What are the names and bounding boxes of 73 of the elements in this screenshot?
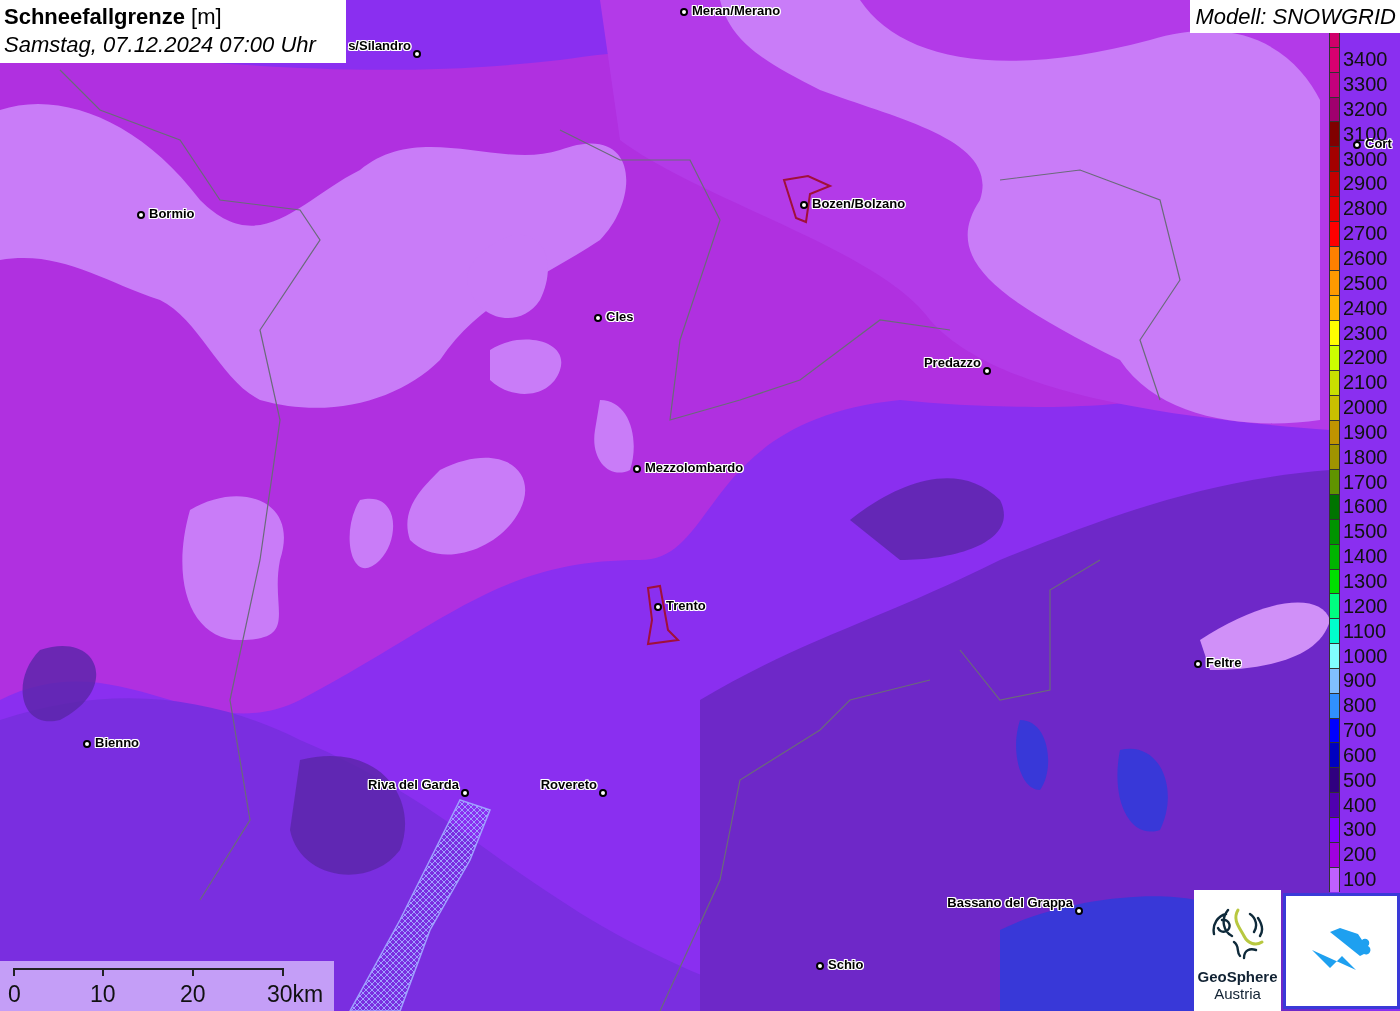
scale-label: 10 — [90, 981, 116, 1007]
scale-label: 0 — [8, 981, 21, 1007]
legend-label: 2500 — [1343, 273, 1388, 292]
legend-label: 2900 — [1343, 174, 1388, 193]
legend-label: 300 — [1343, 820, 1377, 839]
place-label: Bormio — [149, 206, 195, 222]
legend-label: 2800 — [1343, 199, 1388, 218]
legend-label: 1400 — [1343, 547, 1388, 566]
place-marker-icon — [413, 50, 421, 58]
legend-label: 3400 — [1343, 50, 1388, 69]
legend-label: 2400 — [1343, 298, 1388, 317]
legend-label: 2000 — [1343, 398, 1388, 417]
legend-label: 900 — [1343, 671, 1377, 690]
legend-label: 2300 — [1343, 323, 1388, 342]
place-label: Riva del Garda — [367, 777, 459, 793]
legend-label: 1300 — [1343, 572, 1388, 590]
place-marker-icon — [654, 603, 662, 611]
place-label: Rovereto — [540, 777, 597, 793]
place-marker-icon — [83, 740, 91, 748]
legend-label: 100 — [1343, 870, 1377, 889]
legend-label: 1900 — [1343, 422, 1388, 441]
legend-label: 1500 — [1343, 522, 1388, 541]
place-label: s/Silandro — [348, 38, 411, 54]
legend-label: 1600 — [1343, 497, 1388, 516]
place-label: Bassano del Grappa — [947, 895, 1073, 911]
place-marker-icon — [594, 314, 602, 322]
place-marker-icon — [599, 789, 607, 797]
legend-label: 1100 — [1343, 621, 1386, 640]
legend-label: 1200 — [1343, 596, 1388, 615]
place-label: Mezzolombardo — [645, 460, 744, 476]
place-marker-icon — [461, 789, 469, 797]
legend-label: 400 — [1343, 795, 1377, 814]
legend-label: 2100 — [1343, 373, 1388, 392]
place-marker-icon — [1353, 141, 1361, 149]
place-marker-icon — [633, 465, 641, 473]
place-label: Bienno — [95, 735, 140, 751]
legend-label: 200 — [1343, 845, 1377, 864]
legend-label: 800 — [1343, 696, 1377, 715]
legend-label: 3300 — [1343, 75, 1388, 94]
scale-label: 20 — [180, 981, 206, 1007]
legend-label: 1000 — [1343, 646, 1388, 665]
legend-label: 3000 — [1343, 149, 1388, 168]
place-marker-icon — [1194, 660, 1202, 668]
model-label: Modell: SNOWGRID — [1189, 0, 1400, 33]
legend-label: 1800 — [1343, 447, 1388, 466]
place-marker-icon — [680, 8, 688, 16]
contour-logo-icon — [1209, 906, 1266, 962]
legend-label: 3200 — [1343, 99, 1388, 118]
place-marker-icon — [1075, 907, 1083, 915]
legend-label: 700 — [1343, 721, 1377, 740]
place-marker-icon — [983, 367, 991, 375]
place-label: Bozen/Bolzano — [812, 196, 906, 212]
logo-text: Austria — [1214, 985, 1261, 1003]
place-label: Feltre — [1206, 655, 1242, 671]
place-label: Schio — [828, 957, 864, 973]
logo-text: GeoSphere — [1197, 968, 1278, 985]
legend-label: 2700 — [1343, 224, 1388, 243]
legend-label: 600 — [1343, 745, 1377, 764]
place-label: Predazzo — [923, 355, 981, 371]
legend-label: 2600 — [1343, 249, 1388, 267]
place-marker-icon — [800, 201, 808, 209]
place-marker-icon — [137, 211, 145, 219]
forecast-time: Samstag, 07.12.2024 07:00 Uhr — [4, 31, 318, 59]
place-marker-icon — [816, 962, 824, 970]
legend-label: 500 — [1343, 770, 1377, 789]
scale-ruler-icon — [12, 966, 286, 978]
scale-label: 30km — [267, 981, 324, 1007]
legend-label: 1700 — [1343, 472, 1388, 491]
legend-label: 2200 — [1343, 348, 1388, 367]
place-label: Cles — [606, 309, 634, 325]
map-title: Schneefallgrenze [m] — [4, 3, 223, 31]
place-label: Meran/Merano — [692, 3, 781, 19]
place-label: Trento — [666, 598, 706, 614]
